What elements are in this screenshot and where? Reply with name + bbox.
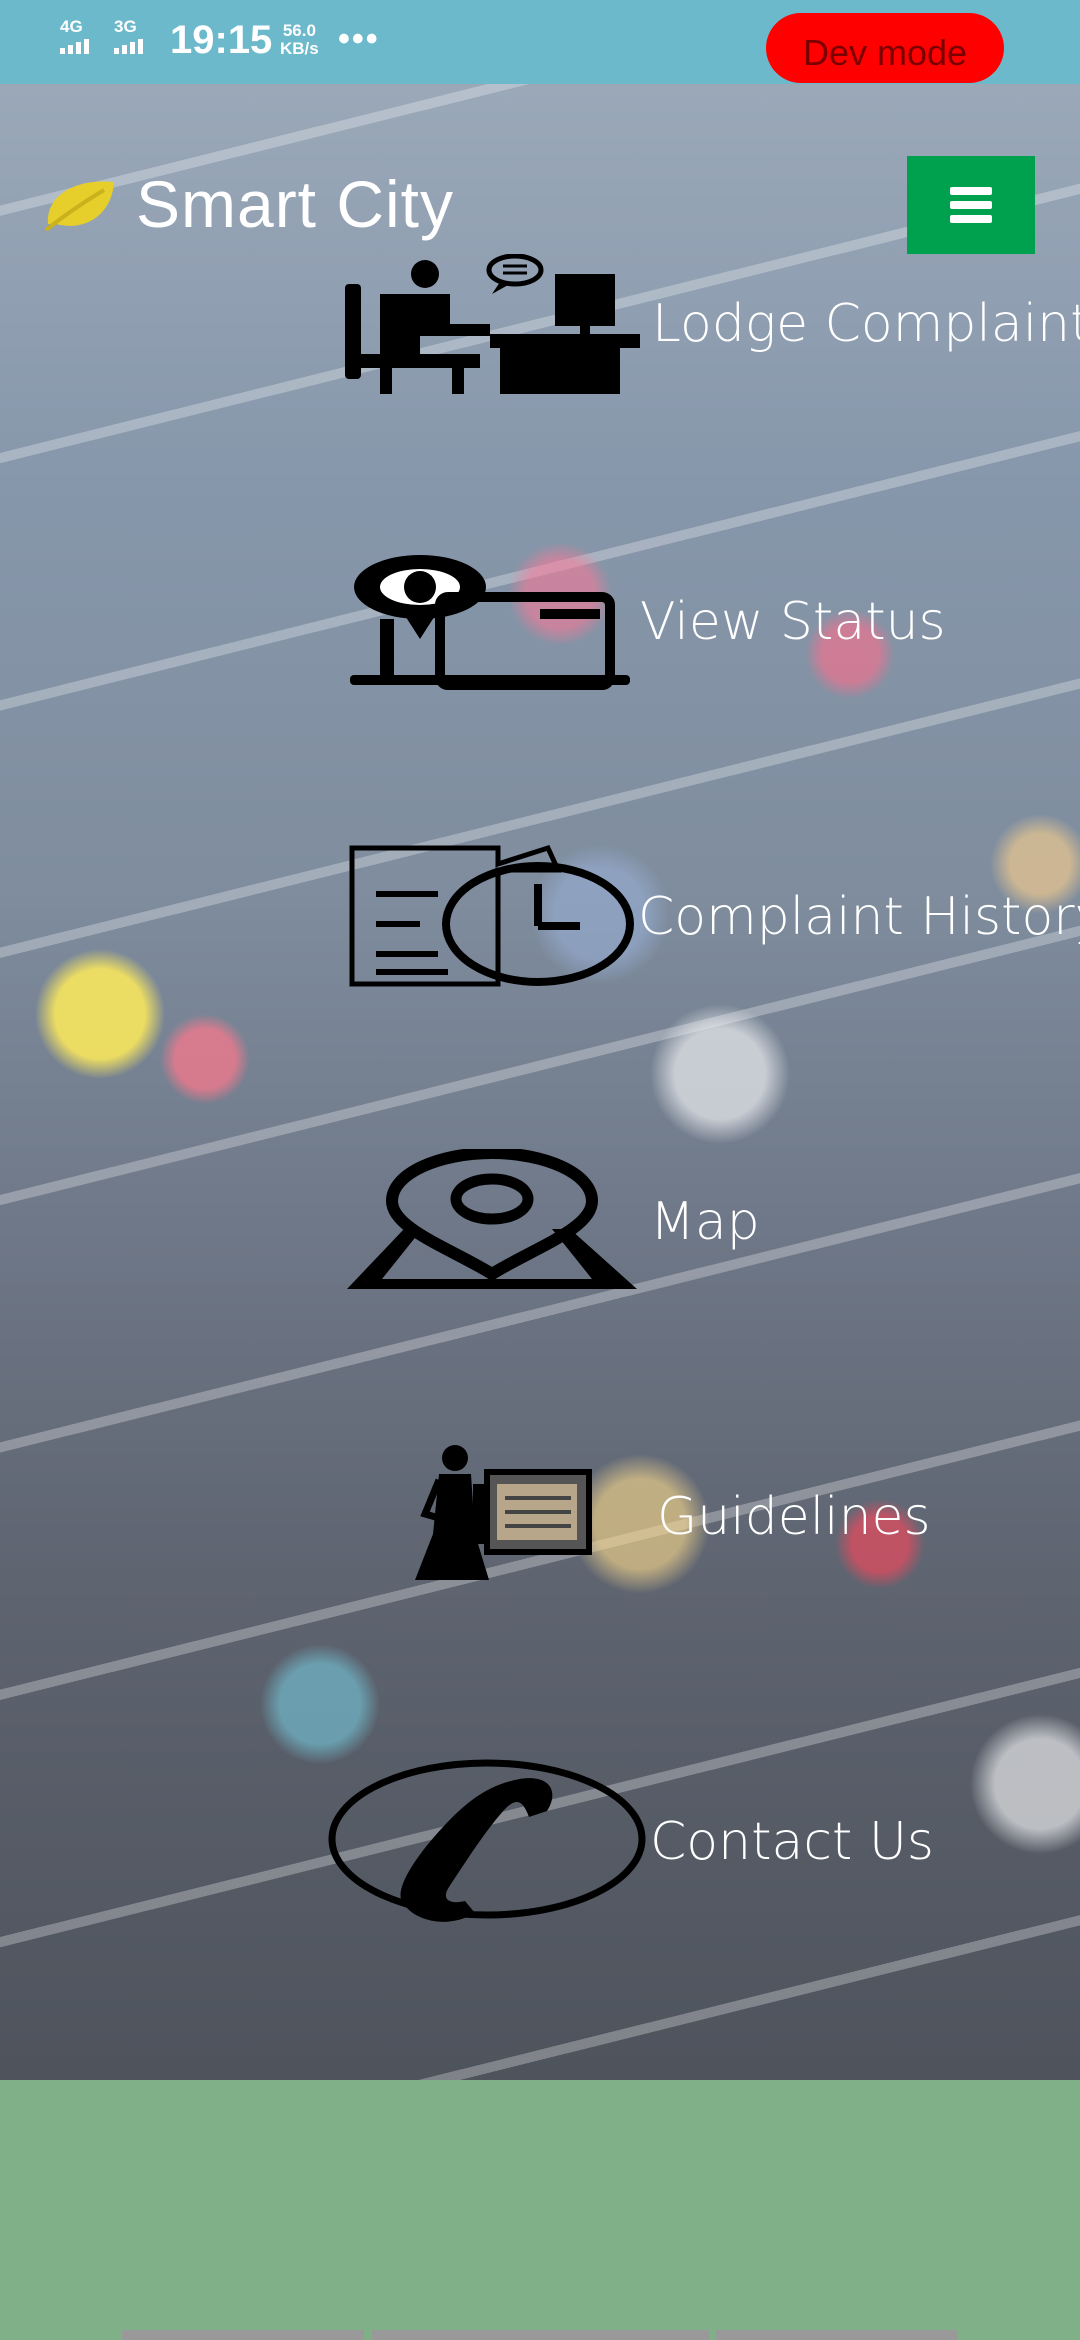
bottom-nav-tab[interactable]: [122, 2330, 364, 2340]
footer-area: [0, 2080, 1080, 2340]
menu-item-label: Lodge Complaint: [652, 294, 1080, 354]
leaf-icon: [44, 181, 114, 232]
menu-item-label: Complaint History: [638, 886, 1080, 947]
person-board-icon: [415, 1445, 592, 1580]
document-clock-icon: [349, 844, 634, 987]
clock: 19:15: [170, 18, 273, 62]
menu-item-label: Map: [650, 1191, 760, 1252]
bottom-nav-tab[interactable]: [372, 2330, 710, 2340]
hamburger-icon: [950, 181, 992, 229]
more-notifications-icon: •••: [338, 20, 380, 58]
phone-icon: [328, 1759, 646, 1922]
network-type-label: 4G: [60, 17, 83, 36]
menu-item-label: View Status: [640, 591, 946, 652]
signal-4g-indicator: 4G: [60, 18, 92, 54]
signal-bars-icon: [60, 36, 92, 54]
dev-mode-badge[interactable]: Dev mode: [766, 13, 1004, 83]
menu-item-view-status[interactable]: View Status: [350, 549, 946, 694]
signal-bars-icon: [114, 36, 146, 54]
menu-item-map[interactable]: Map: [342, 1149, 760, 1294]
hero-background: Smart City Lodge Complaint View Status C…: [0, 84, 1080, 2080]
menu-item-contact-us[interactable]: Contact Us: [325, 1759, 934, 1924]
app-logo[interactable]: Smart City: [42, 164, 454, 244]
menu-item-guidelines[interactable]: Guidelines: [405, 1444, 931, 1589]
signal-3g-indicator: 3G: [114, 18, 146, 54]
speed-unit: KB/s: [280, 39, 319, 58]
status-bar: 4G 3G 19:15 56.0 KB/s ••• Dev mode: [0, 0, 1080, 84]
menu-item-label: Guidelines: [657, 1486, 931, 1547]
menu-item-label: Contact Us: [650, 1811, 934, 1872]
eye-laptop-icon: [350, 555, 630, 690]
menu-item-lodge-complaint[interactable]: Lodge Complaint: [340, 254, 1080, 394]
app-title: Smart City: [136, 167, 455, 241]
speed-value: 56.0: [282, 21, 316, 40]
network-speed: 56.0 KB/s: [280, 22, 319, 58]
map-pin-icon: [347, 1149, 637, 1289]
network-type-label: 3G: [114, 17, 137, 36]
hamburger-menu-button[interactable]: [907, 156, 1035, 254]
complaint-desk-icon: [345, 254, 640, 394]
bottom-nav-tab[interactable]: [716, 2330, 958, 2340]
menu-item-complaint-history[interactable]: Complaint History: [348, 844, 1080, 989]
